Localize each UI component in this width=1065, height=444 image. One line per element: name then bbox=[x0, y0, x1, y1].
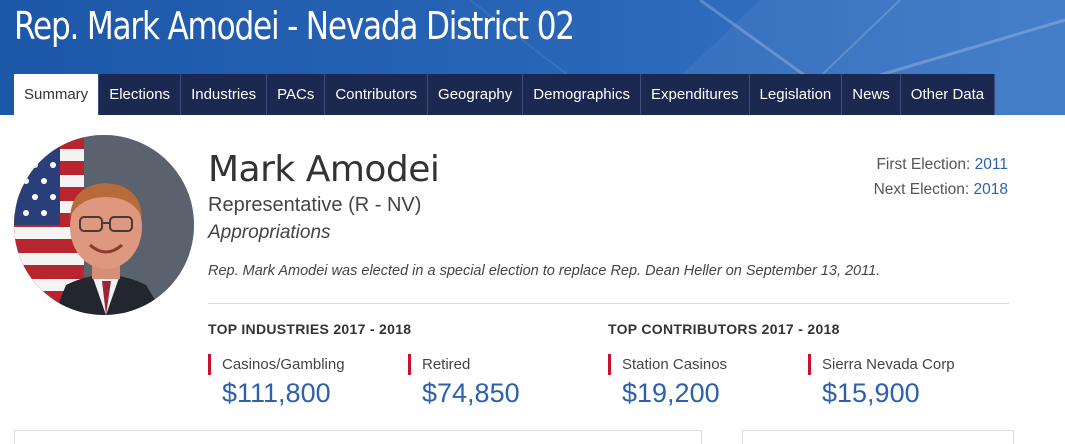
stat-label: Sierra Nevada Corp bbox=[822, 356, 955, 373]
member-role: Representative (R - NV) bbox=[208, 194, 422, 216]
top-industries-heading: TOP INDUSTRIES 2017 - 2018 bbox=[208, 321, 412, 337]
tab-industries[interactable]: Industries bbox=[181, 74, 268, 115]
tab-pacs[interactable]: PACs bbox=[267, 74, 326, 115]
portrait-image bbox=[14, 135, 194, 315]
election-info: First Election: 2011 Next Election: 2018 bbox=[874, 152, 1008, 202]
next-election-link[interactable]: 2018 bbox=[974, 181, 1008, 198]
tab-elections[interactable]: Elections bbox=[99, 74, 182, 115]
first-election-link[interactable]: 2011 bbox=[975, 156, 1008, 173]
stat-amount: $19,200 bbox=[622, 378, 720, 408]
stat-amount: $15,900 bbox=[822, 378, 920, 408]
next-election-label: Next Election: bbox=[873, 181, 974, 198]
section-tabs: Summary Elections Industries PACs Contri… bbox=[14, 74, 996, 115]
top-contributors-heading: TOP CONTRIBUTORS 2017 - 2018 bbox=[608, 321, 840, 337]
page-banner: Rep. Mark Amodei - Nevada District 02 Su… bbox=[0, 0, 1065, 115]
first-election: First Election: 2011 bbox=[874, 152, 1008, 177]
stat-label: Casinos/Gambling bbox=[222, 356, 345, 373]
tab-summary[interactable]: Summary bbox=[14, 74, 100, 115]
next-election: Next Election: 2018 bbox=[874, 177, 1008, 202]
stat-label: Retired bbox=[422, 356, 471, 373]
content-panel-right bbox=[742, 430, 1014, 444]
tab-other-data[interactable]: Other Data bbox=[900, 74, 996, 115]
tab-expenditures[interactable]: Expenditures bbox=[640, 74, 750, 115]
stat-accent-bar bbox=[408, 354, 411, 375]
tab-news[interactable]: News bbox=[842, 74, 901, 115]
tab-contributors[interactable]: Contributors bbox=[325, 74, 429, 115]
stat-amount: $74,850 bbox=[422, 378, 520, 408]
section-divider bbox=[208, 303, 1009, 304]
stat-label: Station Casinos bbox=[622, 356, 728, 373]
page-title: Rep. Mark Amodei - Nevada District 02 bbox=[14, 4, 575, 48]
stat-accent-bar bbox=[808, 354, 811, 375]
stat-accent-bar bbox=[208, 354, 211, 375]
stat-amount: $111,800 bbox=[222, 378, 331, 408]
tab-geography[interactable]: Geography bbox=[428, 74, 524, 115]
first-election-label: First Election: bbox=[876, 156, 975, 173]
tab-demographics[interactable]: Demographics bbox=[523, 74, 641, 115]
member-name: Mark Amodei bbox=[208, 149, 440, 190]
member-committee: Appropriations bbox=[208, 222, 331, 243]
stat-accent-bar bbox=[608, 354, 611, 375]
content-panel-left bbox=[14, 430, 702, 444]
member-bio: Rep. Mark Amodei was elected in a specia… bbox=[208, 263, 881, 279]
tab-legislation[interactable]: Legislation bbox=[749, 74, 843, 115]
avatar bbox=[14, 135, 194, 315]
